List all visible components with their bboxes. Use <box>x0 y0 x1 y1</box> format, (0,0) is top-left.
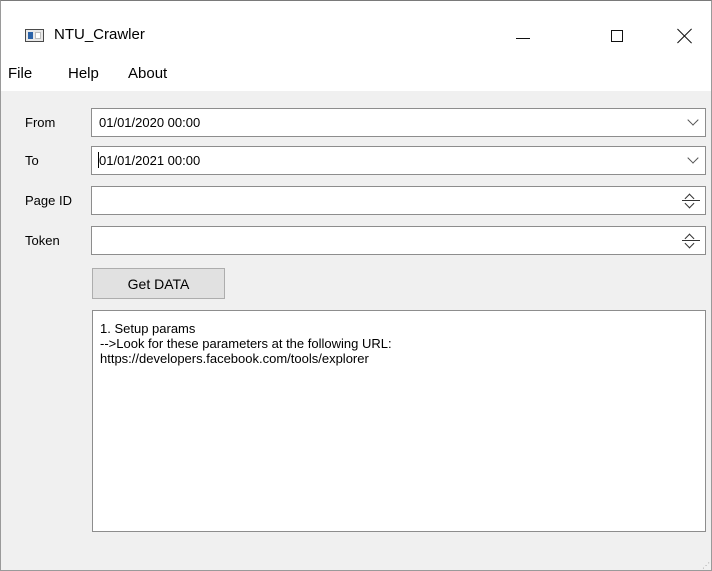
minimize-button[interactable] <box>500 11 546 51</box>
page-id-input[interactable] <box>91 186 706 215</box>
title-bar[interactable]: NTU_Crawler <box>1 1 711 57</box>
to-label: To <box>25 153 39 168</box>
maximize-button[interactable] <box>594 11 640 51</box>
menu-help[interactable]: Help <box>68 65 99 82</box>
menu-about[interactable]: About <box>128 65 167 82</box>
text-cursor <box>98 152 99 168</box>
token-spinner[interactable] <box>678 228 704 253</box>
log-line: -->Look for these parameters at the foll… <box>100 336 392 351</box>
from-value: 01/01/2020 00:00 <box>99 115 201 130</box>
chevron-down-icon[interactable] <box>689 117 697 125</box>
log-output[interactable]: 1. Setup params -->Look for these parame… <box>92 310 706 532</box>
token-label: Token <box>25 233 60 248</box>
menu-bar: File Help About <box>1 57 711 91</box>
page-id-spinner[interactable] <box>678 188 704 213</box>
menu-file[interactable]: File <box>8 65 32 82</box>
window-app-icon <box>25 29 44 42</box>
page-id-label: Page ID <box>25 193 72 208</box>
get-data-button[interactable]: Get DATA <box>92 268 225 299</box>
token-input[interactable] <box>91 226 706 255</box>
window-title: NTU_Crawler <box>54 26 145 43</box>
from-label: From <box>25 115 56 130</box>
resize-grip-icon[interactable]: ⋰ <box>702 561 710 570</box>
chevron-down-icon[interactable] <box>689 155 697 163</box>
app-window: NTU_Crawler File Help About From 01/01/2… <box>0 0 712 571</box>
maximize-icon <box>611 30 623 42</box>
close-button[interactable] <box>662 11 708 51</box>
to-value: 01/01/2021 00:00 <box>99 153 201 168</box>
log-line: https://developers.facebook.com/tools/ex… <box>100 351 369 366</box>
minimize-icon <box>516 37 530 39</box>
to-datetime-field[interactable]: 01/01/2021 00:00 <box>91 146 706 175</box>
from-datetime-field[interactable]: 01/01/2020 00:00 <box>91 108 706 137</box>
close-icon <box>677 28 693 44</box>
log-line: 1. Setup params <box>100 321 196 336</box>
